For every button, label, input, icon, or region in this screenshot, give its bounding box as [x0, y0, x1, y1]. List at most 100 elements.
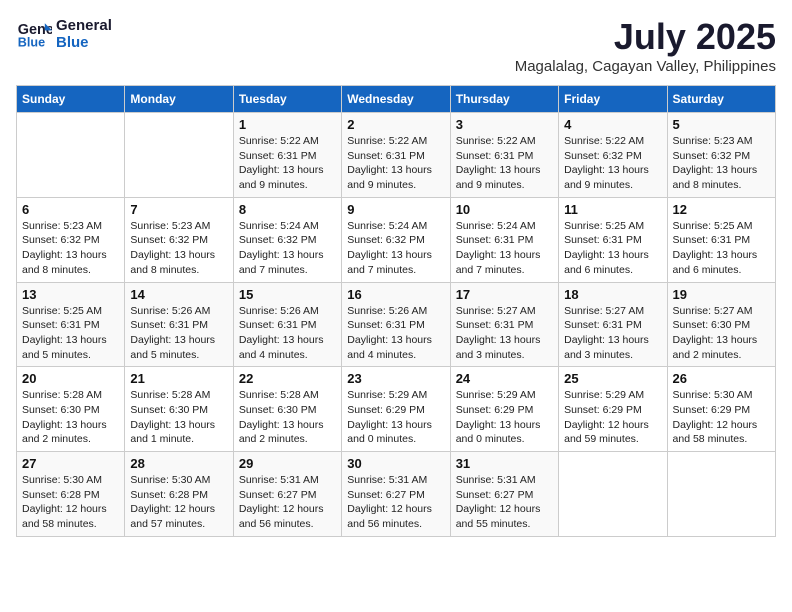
- weekday-header: Tuesday: [233, 86, 341, 113]
- logo: General Blue General Blue: [16, 16, 112, 52]
- day-info: Sunrise: 5:24 AM Sunset: 6:32 PM Dayligh…: [347, 219, 444, 278]
- calendar-cell: [17, 113, 125, 198]
- calendar-cell: 10Sunrise: 5:24 AM Sunset: 6:31 PM Dayli…: [450, 197, 558, 282]
- calendar-cell: [125, 113, 233, 198]
- calendar-cell: 20Sunrise: 5:28 AM Sunset: 6:30 PM Dayli…: [17, 367, 125, 452]
- day-number: 19: [673, 287, 770, 302]
- day-number: 1: [239, 117, 336, 132]
- day-info: Sunrise: 5:26 AM Sunset: 6:31 PM Dayligh…: [239, 304, 336, 363]
- day-number: 30: [347, 456, 444, 471]
- calendar-cell: 3 Sunrise: 5:22 AM Sunset: 6:31 PM Daylig…: [450, 113, 558, 198]
- day-info: Sunrise: 5:30 AM Sunset: 6:28 PM Dayligh…: [130, 473, 227, 532]
- day-number: 7: [130, 202, 227, 217]
- day-info: Sunrise: 5:27 AM Sunset: 6:31 PM Dayligh…: [456, 304, 553, 363]
- day-number: 11: [564, 202, 661, 217]
- day-number: 23: [347, 371, 444, 386]
- day-info: Sunrise: 5:31 AM Sunset: 6:27 PM Dayligh…: [239, 473, 336, 532]
- calendar-cell: 6 Sunrise: 5:23 AM Sunset: 6:32 PM Daylig…: [17, 197, 125, 282]
- weekday-header: Thursday: [450, 86, 558, 113]
- day-number: 5: [673, 117, 770, 132]
- day-number: 3: [456, 117, 553, 132]
- day-info: Sunrise: 5:22 AM Sunset: 6:31 PM Dayligh…: [347, 134, 444, 193]
- title-area: July 2025 Magalalag, Cagayan Valley, Phi…: [515, 16, 776, 75]
- day-info: Sunrise: 5:25 AM Sunset: 6:31 PM Dayligh…: [673, 219, 770, 278]
- day-info: Sunrise: 5:30 AM Sunset: 6:29 PM Dayligh…: [673, 388, 770, 447]
- day-number: 29: [239, 456, 336, 471]
- day-number: 20: [22, 371, 119, 386]
- weekday-header: Friday: [559, 86, 667, 113]
- day-info: Sunrise: 5:25 AM Sunset: 6:31 PM Dayligh…: [564, 219, 661, 278]
- calendar-cell: 14Sunrise: 5:26 AM Sunset: 6:31 PM Dayli…: [125, 282, 233, 367]
- day-number: 17: [456, 287, 553, 302]
- logo-blue: Blue: [56, 34, 112, 51]
- day-number: 31: [456, 456, 553, 471]
- logo-general: General: [56, 17, 112, 34]
- calendar-cell: [559, 452, 667, 537]
- day-number: 9: [347, 202, 444, 217]
- day-number: 28: [130, 456, 227, 471]
- calendar-cell: 28 Sunrise: 5:30 AM Sunset: 6:28 PM Dayli…: [125, 452, 233, 537]
- weekday-header: Sunday: [17, 86, 125, 113]
- day-info: Sunrise: 5:26 AM Sunset: 6:31 PM Dayligh…: [130, 304, 227, 363]
- calendar-cell: 24Sunrise: 5:29 AM Sunset: 6:29 PM Dayli…: [450, 367, 558, 452]
- day-info: Sunrise: 5:29 AM Sunset: 6:29 PM Dayligh…: [564, 388, 661, 447]
- logo-icon: General Blue: [16, 16, 52, 52]
- day-number: 8: [239, 202, 336, 217]
- day-info: Sunrise: 5:31 AM Sunset: 6:27 PM Dayligh…: [347, 473, 444, 532]
- page-header: General Blue General Blue July 2025 Maga…: [16, 16, 776, 75]
- day-number: 18: [564, 287, 661, 302]
- calendar-cell: 5 Sunrise: 5:23 AM Sunset: 6:32 PM Daylig…: [667, 113, 775, 198]
- weekday-header: Wednesday: [342, 86, 450, 113]
- calendar-cell: [667, 452, 775, 537]
- calendar-cell: 4Sunrise: 5:22 AM Sunset: 6:32 PM Daylig…: [559, 113, 667, 198]
- day-number: 15: [239, 287, 336, 302]
- day-info: Sunrise: 5:27 AM Sunset: 6:31 PM Dayligh…: [564, 304, 661, 363]
- calendar-header: SundayMondayTuesdayWednesdayThursdayFrid…: [17, 86, 776, 113]
- calendar-cell: 29 Sunrise: 5:31 AM Sunset: 6:27 PM Dayli…: [233, 452, 341, 537]
- day-info: Sunrise: 5:26 AM Sunset: 6:31 PM Dayligh…: [347, 304, 444, 363]
- day-number: 12: [673, 202, 770, 217]
- day-number: 27: [22, 456, 119, 471]
- day-number: 16: [347, 287, 444, 302]
- calendar-cell: 2 Sunrise: 5:22 AM Sunset: 6:31 PM Daylig…: [342, 113, 450, 198]
- day-info: Sunrise: 5:28 AM Sunset: 6:30 PM Dayligh…: [130, 388, 227, 447]
- day-info: Sunrise: 5:25 AM Sunset: 6:31 PM Dayligh…: [22, 304, 119, 363]
- day-info: Sunrise: 5:29 AM Sunset: 6:29 PM Dayligh…: [347, 388, 444, 447]
- day-info: Sunrise: 5:23 AM Sunset: 6:32 PM Dayligh…: [673, 134, 770, 193]
- day-number: 6: [22, 202, 119, 217]
- calendar-cell: 11 Sunrise: 5:25 AM Sunset: 6:31 PM Dayli…: [559, 197, 667, 282]
- calendar-cell: 27Sunrise: 5:30 AM Sunset: 6:28 PM Dayli…: [17, 452, 125, 537]
- day-info: Sunrise: 5:22 AM Sunset: 6:31 PM Dayligh…: [456, 134, 553, 193]
- calendar-cell: 16 Sunrise: 5:26 AM Sunset: 6:31 PM Dayli…: [342, 282, 450, 367]
- calendar-cell: 23 Sunrise: 5:29 AM Sunset: 6:29 PM Dayli…: [342, 367, 450, 452]
- calendar-cell: 15 Sunrise: 5:26 AM Sunset: 6:31 PM Dayli…: [233, 282, 341, 367]
- calendar-cell: 30 Sunrise: 5:31 AM Sunset: 6:27 PM Dayli…: [342, 452, 450, 537]
- day-number: 22: [239, 371, 336, 386]
- day-info: Sunrise: 5:24 AM Sunset: 6:31 PM Dayligh…: [456, 219, 553, 278]
- calendar-table: SundayMondayTuesdayWednesdayThursdayFrid…: [16, 85, 776, 537]
- day-number: 21: [130, 371, 227, 386]
- day-info: Sunrise: 5:28 AM Sunset: 6:30 PM Dayligh…: [239, 388, 336, 447]
- calendar-cell: 13Sunrise: 5:25 AM Sunset: 6:31 PM Dayli…: [17, 282, 125, 367]
- day-number: 24: [456, 371, 553, 386]
- calendar-cell: 8Sunrise: 5:24 AM Sunset: 6:32 PM Daylig…: [233, 197, 341, 282]
- day-info: Sunrise: 5:23 AM Sunset: 6:32 PM Dayligh…: [130, 219, 227, 278]
- month-year: July 2025: [515, 16, 776, 58]
- calendar-cell: 17 Sunrise: 5:27 AM Sunset: 6:31 PM Dayli…: [450, 282, 558, 367]
- calendar-cell: 22 Sunrise: 5:28 AM Sunset: 6:30 PM Dayli…: [233, 367, 341, 452]
- day-number: 4: [564, 117, 661, 132]
- calendar-cell: 26 Sunrise: 5:30 AM Sunset: 6:29 PM Dayli…: [667, 367, 775, 452]
- day-info: Sunrise: 5:23 AM Sunset: 6:32 PM Dayligh…: [22, 219, 119, 278]
- calendar-cell: 25 Sunrise: 5:29 AM Sunset: 6:29 PM Dayli…: [559, 367, 667, 452]
- location: Magalalag, Cagayan Valley, Philippines: [515, 58, 776, 75]
- day-info: Sunrise: 5:31 AM Sunset: 6:27 PM Dayligh…: [456, 473, 553, 532]
- day-info: Sunrise: 5:22 AM Sunset: 6:31 PM Dayligh…: [239, 134, 336, 193]
- weekday-header: Saturday: [667, 86, 775, 113]
- svg-text:Blue: Blue: [18, 36, 45, 50]
- day-number: 25: [564, 371, 661, 386]
- calendar-cell: 21 Sunrise: 5:28 AM Sunset: 6:30 PM Dayli…: [125, 367, 233, 452]
- day-number: 26: [673, 371, 770, 386]
- day-number: 2: [347, 117, 444, 132]
- calendar-cell: 1 Sunrise: 5:22 AM Sunset: 6:31 PM Daylig…: [233, 113, 341, 198]
- calendar-cell: 7 Sunrise: 5:23 AM Sunset: 6:32 PM Daylig…: [125, 197, 233, 282]
